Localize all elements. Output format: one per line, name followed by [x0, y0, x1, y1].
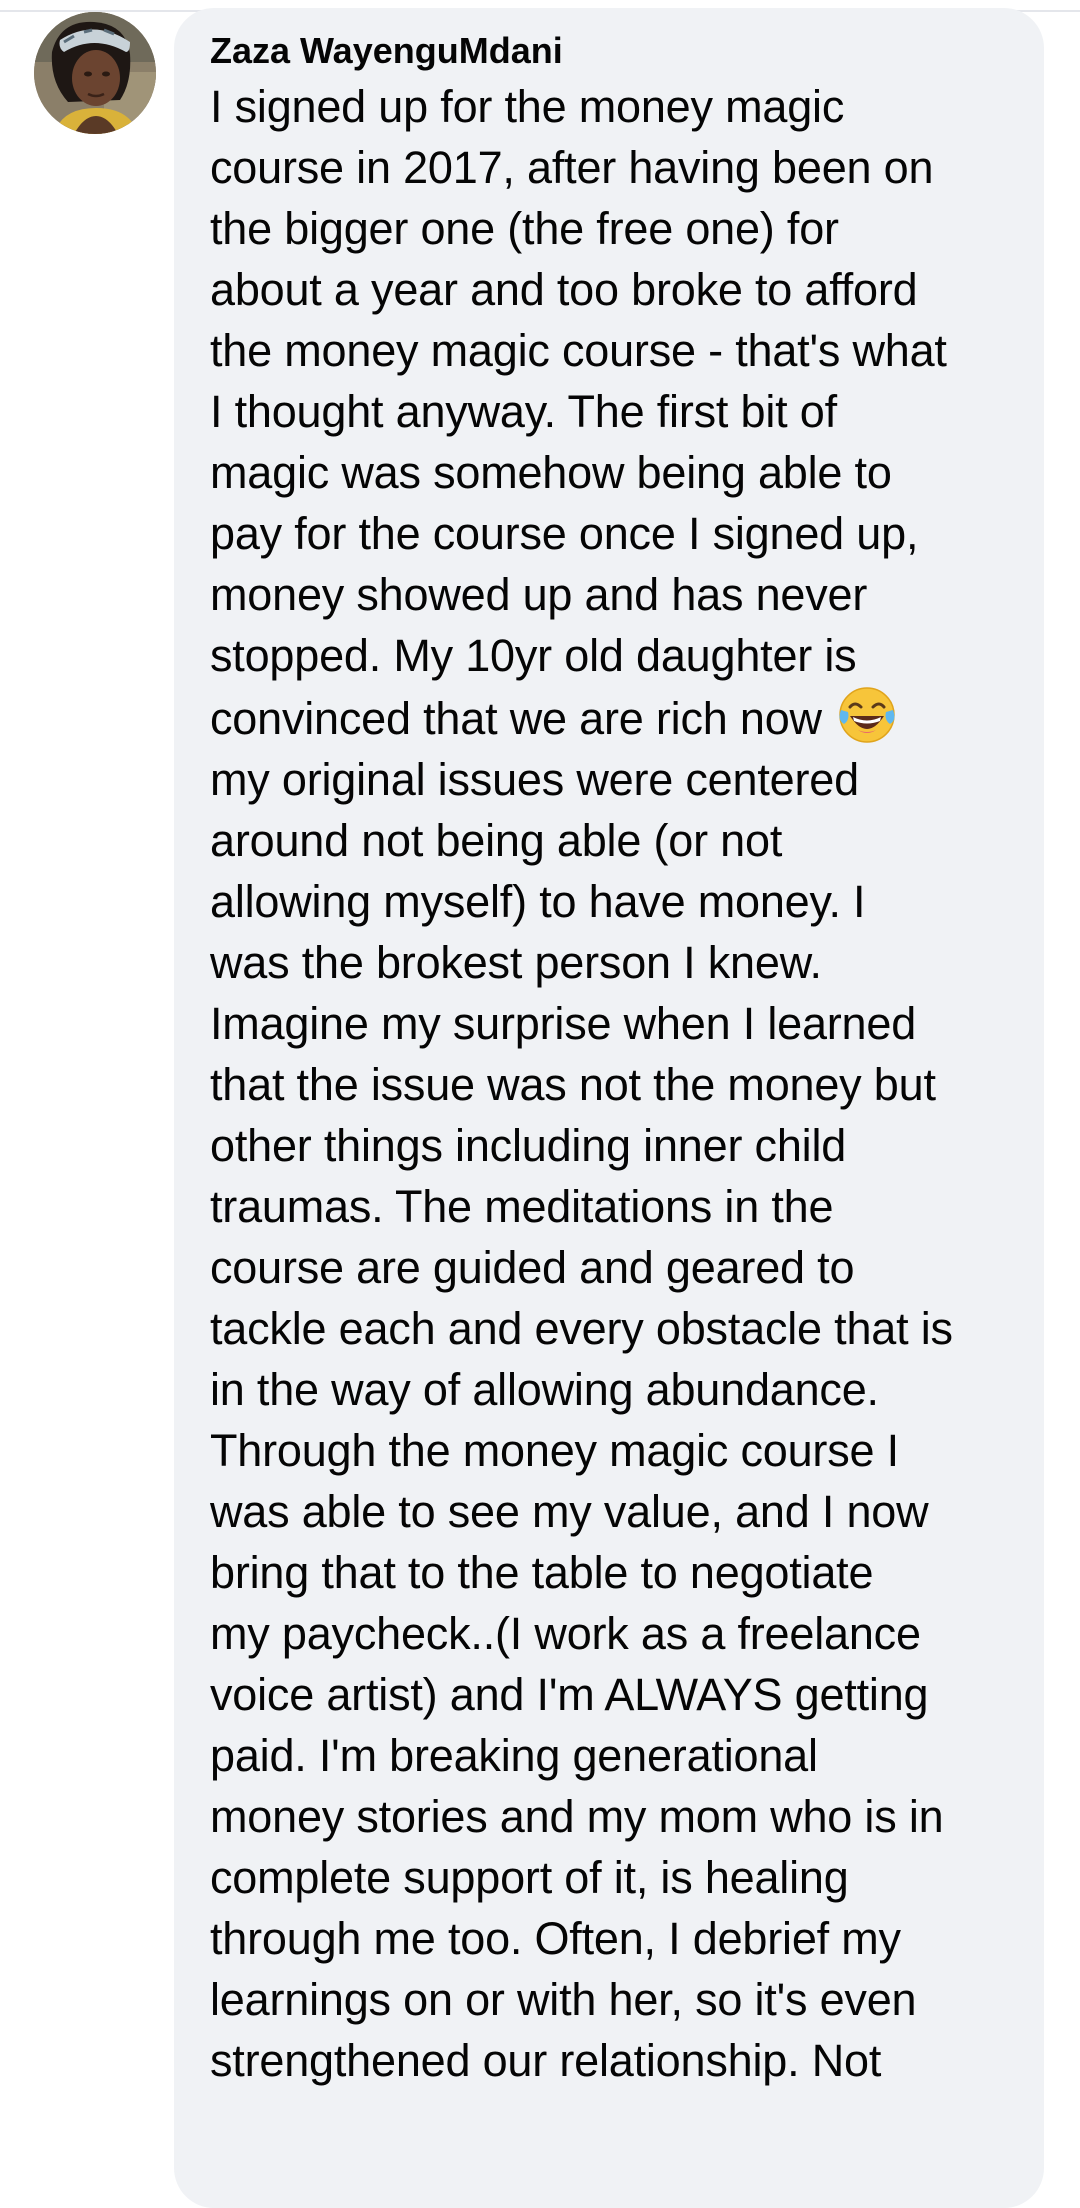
face-with-tears-of-joy-emoji — [838, 686, 896, 744]
comment-text-part-1: I signed up for the money magic course i… — [210, 81, 947, 744]
comment-body: I signed up for the money magic course i… — [210, 76, 1014, 2091]
comment-author-name[interactable]: Zaza WayenguMdani — [210, 28, 1014, 74]
author-avatar[interactable] — [34, 12, 156, 134]
avatar-photo-icon — [34, 12, 156, 134]
comment-text-part-2: my original issues were centered around … — [210, 754, 953, 2086]
comment-bubble: Zaza WayenguMdani I signed up for the mo… — [174, 8, 1044, 2208]
